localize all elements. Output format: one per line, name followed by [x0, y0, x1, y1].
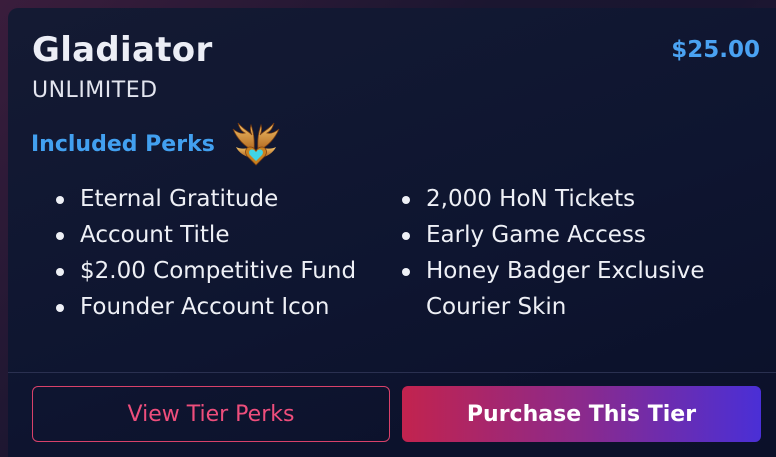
perk-item: Honey Badger Exclusive Courier Skin — [400, 253, 740, 325]
purchase-tier-button[interactable]: Purchase This Tier — [402, 386, 761, 442]
perk-item: Early Game Access — [400, 217, 740, 253]
perk-item: $2.00 Competitive Fund — [54, 253, 394, 289]
perk-item: Eternal Gratitude — [54, 181, 394, 217]
tier-duration: UNLIMITED — [32, 78, 158, 103]
perk-list-left: Eternal Gratitude Account Title $2.00 Co… — [54, 181, 394, 325]
perk-item: Founder Account Icon — [54, 289, 394, 325]
tier-price: $25.00 — [671, 37, 760, 63]
included-perks-heading: Included Perks — [31, 132, 215, 157]
tier-name: Gladiator — [32, 30, 213, 70]
winged-heart-icon — [232, 122, 280, 166]
perk-list-right: 2,000 HoN Tickets Early Game Access Hone… — [400, 181, 740, 325]
divider — [8, 372, 776, 373]
perk-item: 2,000 HoN Tickets — [400, 181, 740, 217]
perk-item: Account Title — [54, 217, 394, 253]
view-tier-perks-button[interactable]: View Tier Perks — [32, 386, 390, 442]
tier-card: Gladiator UNLIMITED $25.00 Included Perk… — [8, 8, 776, 457]
